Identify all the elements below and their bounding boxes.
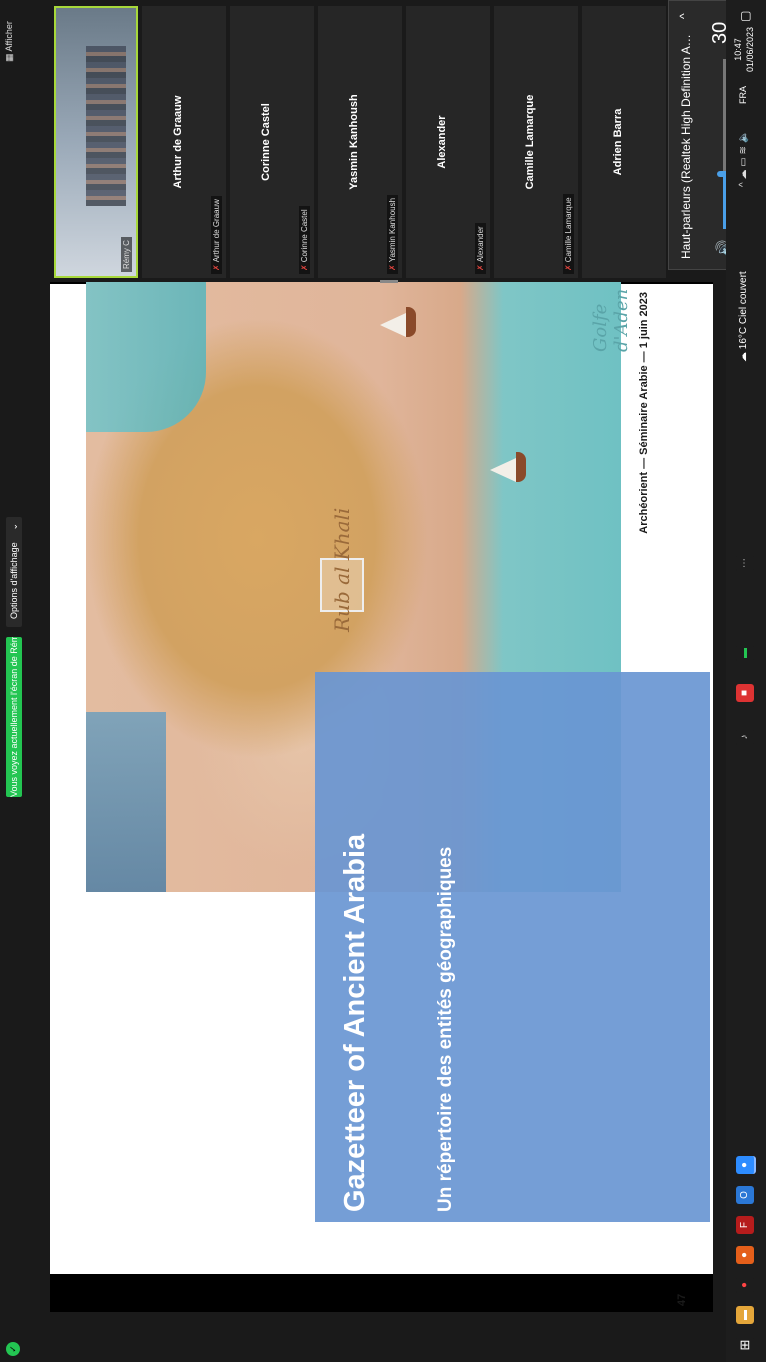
- participant-name: Arthur de Graauw: [172, 95, 184, 189]
- participant-name: Camille Lamarque: [524, 94, 536, 190]
- mic-muted-icon: ✗: [476, 264, 485, 271]
- clock-date: 01/06/2023: [745, 26, 755, 72]
- cloud-icon: ☁: [738, 352, 749, 362]
- file-explorer-icon[interactable]: ▬: [736, 1306, 754, 1324]
- security-shield-icon[interactable]: ✓: [6, 1342, 20, 1356]
- participant-video: [86, 46, 126, 206]
- title-panel: [315, 672, 710, 1222]
- map-sea-right: [86, 282, 206, 432]
- outlook-icon[interactable]: O: [736, 1186, 754, 1204]
- participant-label: ✗Camille Lamarque: [563, 194, 574, 274]
- clock[interactable]: 10:47 01/06/2023: [732, 27, 756, 72]
- mic-muted-icon: ✗: [564, 264, 573, 271]
- map-label-gulf-of-aden: Golfe d'Aden: [590, 288, 632, 352]
- network-icon: ▭: [738, 157, 749, 167]
- participant-name: Adrien Barra: [612, 108, 624, 176]
- show-gallery-button[interactable]: ▦ Afficher: [4, 21, 15, 62]
- mic-muted-icon: ✗: [300, 264, 309, 271]
- participant-label: ✗Corinne Castel: [299, 206, 310, 274]
- firefox-icon[interactable]: ●: [736, 1246, 754, 1264]
- clock-time: 10:47: [733, 38, 743, 61]
- view-options-label: Options d'affichage: [9, 542, 19, 619]
- chrome-icon[interactable]: ●: [736, 1276, 754, 1294]
- grid-icon: ▦: [4, 53, 14, 62]
- weather-widget[interactable]: ☁ 16°C Ciel couvert: [738, 271, 749, 362]
- view-options-button[interactable]: Options d'affichage ⌄: [6, 517, 22, 627]
- zoom-icon[interactable]: ●: [736, 1156, 756, 1174]
- slide-title: Gazetteer of Ancient Arabia: [339, 833, 371, 1212]
- wifi-icon: ≋: [738, 146, 749, 155]
- chevron-down-icon: ⌄: [9, 523, 19, 531]
- weather-text: 16°C Ciel couvert: [738, 271, 749, 350]
- mic-muted-icon: ✗: [212, 264, 221, 271]
- notification-icon[interactable]: ▢: [738, 11, 752, 22]
- meeting-audio-icon[interactable]: ♪: [736, 728, 754, 746]
- rotated-screen: ✓ Vous voyez actuellement l'écran de Rém…: [0, 0, 766, 1362]
- participant-label: ✗Arthur de Graauw: [211, 196, 222, 274]
- slide-page-number: 47: [676, 1293, 688, 1306]
- participant-tile[interactable]: Corinne Castel ✗Corinne Castel: [230, 6, 314, 278]
- participant-label: Rémy C: [121, 237, 132, 272]
- chevron-up-icon[interactable]: ^: [677, 13, 691, 19]
- participant-tile[interactable]: Adrien Barra: [582, 6, 666, 278]
- speaker-device-name[interactable]: Haut-parleurs (Realtek High Definition A…: [679, 29, 693, 259]
- meeting-stop-icon[interactable]: ■: [736, 684, 754, 702]
- slide-footer: Archéorient — Séminaire Arabie — 1 juin …: [638, 292, 650, 534]
- windows-start-icon[interactable]: ⊞: [736, 1336, 754, 1354]
- ship-icon: [380, 307, 416, 337]
- participant-tile[interactable]: Camille Lamarque ✗Camille Lamarque: [494, 6, 578, 278]
- chevron-up-icon: ^: [738, 182, 749, 187]
- onedrive-icon: ☁: [738, 169, 749, 180]
- participant-tile[interactable]: Alexander ✗Alexander: [406, 6, 490, 278]
- language-indicator[interactable]: FRA: [738, 86, 748, 104]
- mic-muted-icon: ✗: [388, 264, 397, 271]
- volume-icon: 🔈: [738, 130, 749, 144]
- shared-screen: Rub al Khali Golfe d'Aden Gazetteer of A…: [50, 282, 713, 1312]
- filezilla-icon[interactable]: F: [736, 1216, 754, 1234]
- slide-subtitle: Un répertoire des entités géographiques: [435, 846, 456, 1212]
- screen: ✓ Vous voyez actuellement l'écran de Rém…: [0, 0, 766, 1362]
- show-gallery-label: Afficher: [4, 21, 14, 52]
- meeting-share-icon[interactable]: ▬: [736, 644, 754, 662]
- participant-name: Corinne Castel: [260, 103, 272, 181]
- participant-tile-remy[interactable]: Rémy C: [54, 6, 138, 278]
- taskbar: ⊞ ▬ ● ● F O ● ♪ ■ ▬ ⋯ ☁ 16°C Ciel couver…: [726, 0, 766, 1362]
- participants-panel: Rémy C Arthur de Graauw ✗Arthur de Graau…: [54, 0, 704, 278]
- system-tray-icons[interactable]: ^ ☁ ▭ ≋ 🔈: [738, 131, 749, 187]
- meeting-top-bar: ✓ Vous voyez actuellement l'écran de Rém…: [0, 0, 34, 1362]
- ship-icon: [490, 452, 526, 482]
- participant-tile[interactable]: Yasmin Kanhoush ✗Yasmin Kanhoush: [318, 6, 402, 278]
- map-label-rub-al-khali: Rub al Khali: [330, 507, 354, 632]
- participant-name: Yasmin Kanhoush: [348, 94, 360, 190]
- participant-label: ✗Yasmin Kanhoush: [387, 194, 398, 274]
- meeting-more-icon[interactable]: ⋯: [736, 554, 754, 572]
- participant-name: Alexander: [436, 115, 448, 169]
- participant-label: ✗Alexander: [475, 223, 486, 274]
- screen-share-notice: Vous voyez actuellement l'écran de Rémy …: [6, 637, 22, 797]
- participant-tile[interactable]: Arthur de Graauw ✗Arthur de Graauw: [142, 6, 226, 278]
- panel-resize-handle[interactable]: [380, 280, 398, 283]
- map-sea-left: [86, 712, 166, 892]
